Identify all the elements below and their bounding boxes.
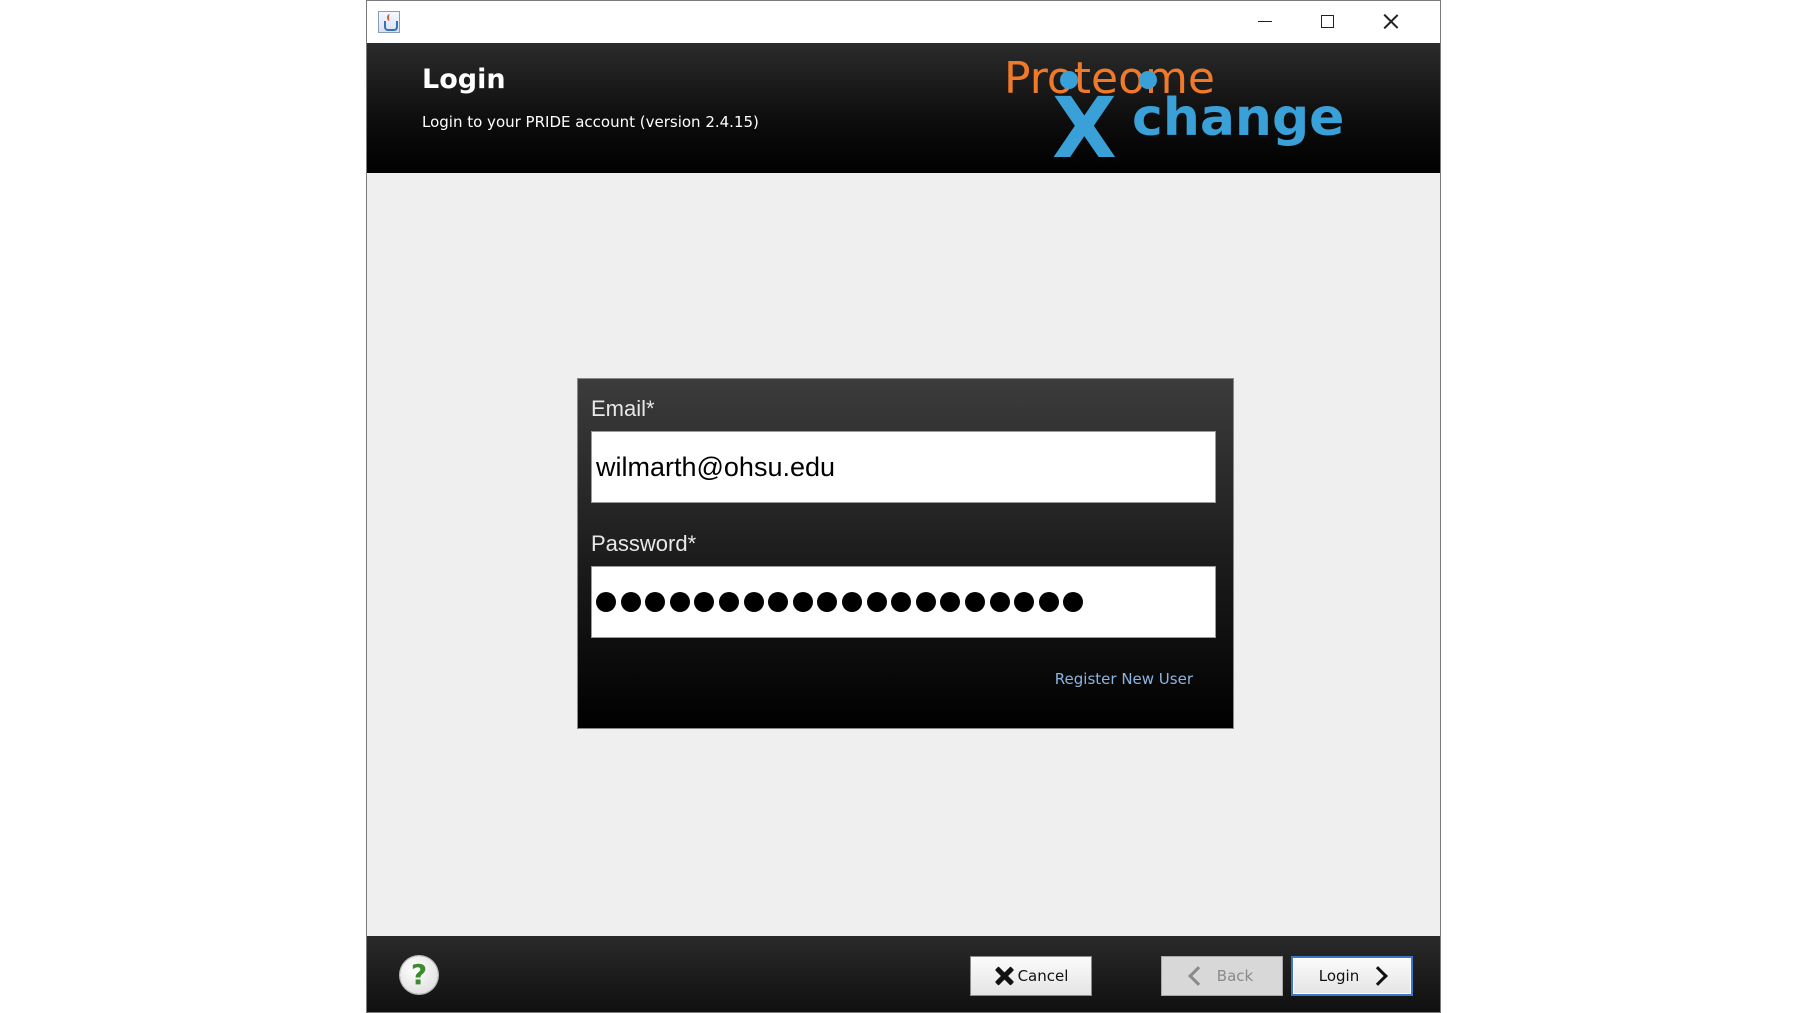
- password-dot: [792, 592, 813, 612]
- password-dot: [940, 592, 961, 612]
- close-icon: [1383, 14, 1398, 29]
- password-dot: [841, 592, 862, 612]
- register-new-user-link[interactable]: Register New User: [1055, 670, 1193, 688]
- page-title: Login: [422, 64, 506, 95]
- email-field[interactable]: [596, 432, 1211, 502]
- password-dot: [718, 592, 739, 612]
- password-dot: [915, 592, 936, 612]
- header-banner: Login Login to your PRIDE account (versi…: [367, 43, 1440, 173]
- password-dot: [743, 592, 764, 612]
- password-dot: [768, 592, 789, 612]
- email-field-box[interactable]: [591, 431, 1216, 503]
- password-dot: [964, 592, 985, 612]
- password-dot: [1014, 592, 1035, 612]
- password-dot: [596, 592, 616, 612]
- password-dot: [1038, 592, 1059, 612]
- password-label: Password*: [591, 531, 697, 556]
- maximize-button[interactable]: [1296, 1, 1359, 43]
- password-dot: [669, 592, 690, 612]
- help-icon[interactable]: ?: [400, 956, 438, 994]
- footer-bar: ? Cancel Back Login: [367, 936, 1440, 1012]
- title-bar: [367, 1, 1440, 43]
- logo-text-x: X: [1052, 79, 1117, 163]
- chevron-right-icon: [1368, 966, 1389, 986]
- login-label: Login: [1318, 967, 1360, 985]
- proteomexchange-logo: Proteome X change: [1004, 53, 1344, 163]
- password-mask: [596, 567, 1088, 637]
- minimize-icon: [1258, 21, 1272, 22]
- back-button[interactable]: Back: [1161, 956, 1283, 996]
- java-cup-icon: [378, 11, 400, 33]
- chevron-left-icon: [1187, 966, 1208, 986]
- maximize-icon: [1321, 15, 1334, 28]
- cancel-label: Cancel: [1017, 967, 1069, 985]
- login-button[interactable]: Login: [1291, 956, 1413, 996]
- password-dot: [866, 592, 887, 612]
- email-label: Email*: [591, 396, 655, 421]
- logo-text-change: change: [1132, 88, 1344, 148]
- password-dot: [817, 592, 838, 612]
- minimize-button[interactable]: [1233, 1, 1296, 43]
- login-panel: Email* Password* Register New User: [577, 378, 1234, 729]
- password-dot: [620, 592, 641, 612]
- close-button[interactable]: [1359, 1, 1422, 43]
- password-field[interactable]: [591, 566, 1216, 638]
- password-dot: [989, 592, 1010, 612]
- password-dot: [891, 592, 912, 612]
- back-label: Back: [1216, 967, 1254, 985]
- password-dot: [694, 592, 715, 612]
- x-icon: [994, 966, 1014, 986]
- password-dot: [645, 592, 666, 612]
- app-window: Login Login to your PRIDE account (versi…: [366, 0, 1441, 1013]
- page-subtitle: Login to your PRIDE account (version 2.4…: [422, 113, 759, 131]
- cancel-button[interactable]: Cancel: [970, 956, 1092, 996]
- password-dot: [1063, 592, 1084, 612]
